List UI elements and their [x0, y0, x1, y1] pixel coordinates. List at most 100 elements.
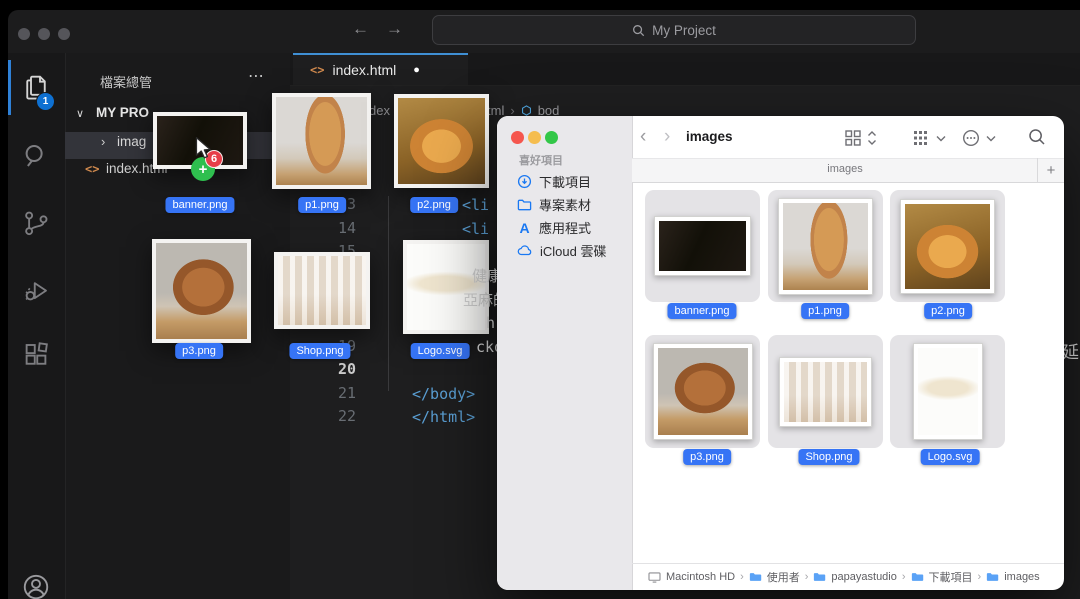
file-p3-png[interactable] — [645, 335, 760, 448]
nav-back-icon[interactable]: ← — [352, 19, 369, 39]
indent-guide — [388, 196, 389, 391]
drag-ghost-p3[interactable] — [152, 239, 251, 343]
sidebar-item-label: 應用程式 — [539, 218, 591, 237]
finder-close-button[interactable] — [511, 131, 524, 144]
html-file-icon: <> — [85, 162, 99, 176]
drag-ghost-p1[interactable] — [272, 93, 371, 189]
sidebar-item-project-assets[interactable]: 專案素材 — [517, 195, 591, 214]
tree-root-my-project[interactable]: MY PRO — [96, 105, 149, 120]
cloud-icon — [517, 243, 533, 258]
path-item-images[interactable]: images — [1004, 571, 1039, 583]
tab-label: index.html — [332, 62, 396, 78]
shop-thumbnail — [784, 362, 867, 422]
breadcrumb[interactable]: dex — [369, 103, 390, 118]
nav-forward-icon[interactable]: → — [386, 19, 403, 39]
sidebar-item-label: 專案素材 — [539, 195, 591, 214]
file-p2-png[interactable] — [890, 190, 1005, 302]
sidebar-item-downloads[interactable]: 下載項目 — [517, 172, 591, 191]
symbol-icon — [521, 105, 532, 116]
thumbnail-frame — [779, 357, 872, 427]
file-shop-png[interactable] — [768, 335, 883, 448]
drag-label: p1.png — [298, 197, 346, 213]
code-edge-fragment: 延 — [1062, 338, 1079, 363]
thumbnail-frame — [900, 199, 995, 294]
p1-thumbnail — [783, 203, 868, 290]
folder-icon — [986, 572, 999, 582]
finder-back-button[interactable]: ‹ — [640, 126, 646, 148]
source-control-icon[interactable] — [21, 208, 51, 238]
view-sort-chevrons-icon[interactable] — [867, 130, 877, 146]
chevron-right-icon: › — [101, 134, 105, 149]
finder-path-bar: Macintosh HD › 使用者 › papayastudio › 下載項目… — [632, 563, 1064, 590]
account-icon[interactable] — [21, 572, 51, 599]
chevron-down-icon — [936, 135, 946, 142]
file-label: p1.png — [801, 303, 849, 319]
file-label: p2.png — [924, 303, 972, 319]
activity-bar — [8, 53, 66, 599]
sidebar-item-applications[interactable]: A 應用程式 — [517, 218, 591, 237]
project-title: My Project — [652, 23, 716, 38]
sidebar-item-label: iCloud 雲碟 — [540, 241, 606, 260]
chevron-down-icon — [986, 135, 996, 142]
folder-icon — [911, 572, 924, 582]
vscode-zoom-button[interactable] — [58, 28, 70, 40]
sidebar-item-label: 下載項目 — [539, 172, 591, 191]
line-number-active: 20 — [322, 358, 356, 381]
drag-label: p3.png — [175, 343, 223, 359]
path-item-users[interactable]: 使用者 — [767, 569, 800, 585]
line-number: 14 — [322, 217, 356, 240]
screen: ← → My Project 1 檔案總管 ⋯ ∨ MY — [0, 0, 1080, 599]
finder-window-title: images — [686, 129, 733, 144]
run-debug-icon[interactable] — [21, 275, 51, 305]
finder-new-tab-button[interactable]: + — [1037, 158, 1064, 183]
line-number: 21 — [322, 382, 356, 405]
file-label: banner.png — [667, 303, 736, 319]
folder-icon — [813, 572, 826, 582]
explorer-more-actions[interactable]: ⋯ — [248, 66, 264, 86]
folder-icon — [749, 572, 762, 582]
path-item-downloads[interactable]: 下載項目 — [929, 569, 973, 585]
file-logo-svg[interactable] — [890, 335, 1005, 448]
finder-minimize-button[interactable] — [528, 131, 541, 144]
search-icon — [632, 24, 645, 37]
vscode-close-button[interactable] — [18, 28, 30, 40]
code-fragment: </body> — [412, 383, 475, 406]
file-banner-png[interactable] — [645, 190, 760, 302]
thumbnail-frame — [778, 198, 873, 295]
tree-item-images-folder[interactable]: imag — [117, 134, 146, 149]
thumbnail-frame — [653, 343, 753, 440]
banner-thumbnail — [659, 221, 746, 271]
file-p1-png[interactable] — [768, 190, 883, 302]
logo-thumbnail — [918, 348, 978, 435]
more-options-button[interactable] — [962, 129, 980, 147]
path-item-papayastudio[interactable]: papayastudio — [831, 571, 896, 583]
finder-search-button[interactable] — [1028, 128, 1046, 146]
drag-label: banner.png — [165, 197, 234, 213]
drag-ghost-shop[interactable] — [274, 252, 370, 329]
search-view-icon[interactable] — [21, 141, 51, 171]
group-view-button[interactable] — [913, 130, 931, 146]
icon-view-button[interactable] — [844, 129, 862, 147]
explorer-badge: 1 — [36, 92, 55, 111]
code-fragment: </html> — [412, 406, 475, 429]
finder-forward-button[interactable]: › — [664, 126, 670, 148]
thumbnail-frame — [913, 343, 983, 440]
finder-zoom-button[interactable] — [545, 131, 558, 144]
tab-index-html[interactable]: <> index.html ● — [293, 53, 468, 85]
computer-icon — [648, 572, 661, 583]
mouse-cursor-icon — [193, 136, 213, 160]
applications-icon: A — [517, 220, 532, 236]
path-separator-icon: › — [805, 571, 809, 583]
drag-ghost-p2[interactable] — [394, 94, 489, 188]
code-fragment: <li — [462, 194, 489, 217]
dirty-dot-icon[interactable]: ● — [413, 64, 420, 76]
path-item-macintosh-hd[interactable]: Macintosh HD — [666, 571, 735, 583]
finder-window: 喜好項目 下載項目 專案素材 A 應用程式 iCloud 雲碟 ‹ › imag… — [497, 116, 1064, 590]
vscode-minimize-button[interactable] — [38, 28, 50, 40]
path-separator-icon: › — [978, 571, 982, 583]
extensions-icon[interactable] — [21, 340, 51, 370]
sidebar-item-icloud[interactable]: iCloud 雲碟 — [517, 241, 606, 260]
html-file-icon: <> — [310, 63, 324, 77]
finder-tab-images[interactable]: images — [827, 163, 862, 175]
command-center-search[interactable]: My Project — [432, 15, 916, 45]
